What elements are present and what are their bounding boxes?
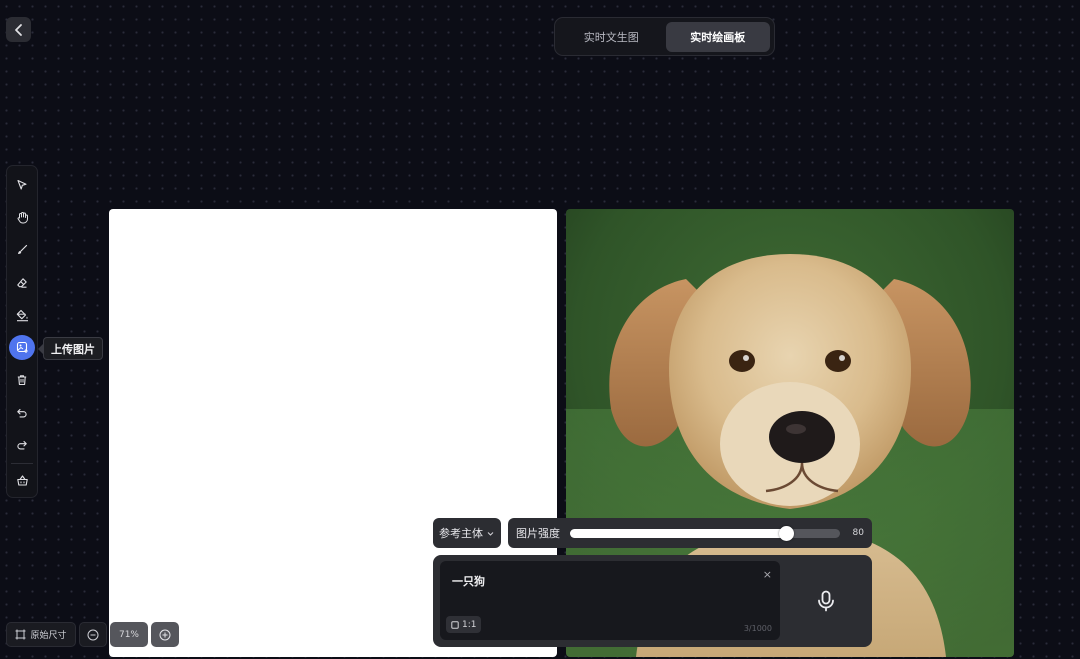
redo-icon [17, 441, 27, 450]
slider-thumb[interactable] [779, 525, 794, 541]
clear-prompt-button[interactable]: × [763, 568, 772, 581]
fill-tool[interactable] [9, 303, 35, 328]
upload-image-tooltip: 上传图片 [38, 337, 103, 360]
prompt-panel: 一只狗 × 1:1 3/1000 [433, 555, 872, 647]
original-size-label: 原始尺寸 [30, 631, 67, 641]
cursor-arrow-icon [17, 180, 27, 190]
upload-image-tool[interactable] [9, 335, 35, 361]
delete-tool[interactable] [9, 368, 35, 393]
square-icon [451, 620, 459, 629]
reference-subject-dropdown[interactable]: 参考主体 [433, 518, 501, 548]
clear-canvas-tool[interactable] [9, 468, 35, 493]
eraser-icon [17, 278, 27, 288]
voice-input-button[interactable] [808, 583, 844, 619]
zoom-out-button[interactable] [79, 622, 107, 647]
tab-drawing-board[interactable]: 实时绘画板 [665, 21, 770, 52]
image-strength-slider[interactable] [570, 525, 840, 541]
reference-subject-label: 参考主体 [439, 527, 483, 540]
slider-fill [570, 528, 786, 538]
zoom-in-button[interactable] [151, 622, 179, 647]
image-strength-control: 图片强度 80 [508, 518, 872, 548]
prompt-text: 一只狗 [452, 575, 485, 588]
select-tool[interactable] [9, 173, 35, 198]
zoom-bar: 原始尺寸 71% [6, 622, 179, 647]
aspect-ratio-button[interactable]: 1:1 [446, 616, 482, 633]
original-size-button[interactable]: 原始尺寸 [6, 622, 76, 647]
image-strength-value: 80 [852, 528, 864, 538]
redo-tool[interactable] [9, 433, 35, 458]
prompt-input[interactable]: 一只狗 × 1:1 3/1000 [440, 561, 780, 640]
fit-frame-icon [15, 629, 26, 640]
aspect-ratio-label: 1:1 [462, 619, 477, 630]
chevron-down-icon [487, 531, 494, 536]
drawing-toolbar [6, 165, 38, 498]
hand-icon [17, 212, 28, 224]
trash-icon [17, 375, 27, 386]
plus-circle-icon [159, 629, 171, 640]
undo-tool[interactable] [9, 400, 35, 425]
minus-circle-icon [87, 629, 99, 640]
undo-icon [17, 408, 27, 418]
paint-bucket-icon [16, 309, 28, 321]
toolbar-divider [11, 462, 33, 464]
brush-tool[interactable] [9, 238, 35, 263]
chevron-left-icon [14, 23, 22, 36]
zoom-level: 71% [110, 622, 148, 647]
mode-tabs: 实时文生图 实时绘画板 [554, 17, 775, 56]
image-upload-icon [16, 342, 28, 354]
back-button[interactable] [6, 17, 31, 42]
microphone-icon [818, 590, 834, 612]
brush-icon [18, 245, 28, 255]
image-strength-label: 图片强度 [516, 527, 560, 540]
tab-text-to-image[interactable]: 实时文生图 [559, 22, 664, 52]
eraser-tool[interactable] [9, 270, 35, 295]
broom-basket-icon [16, 475, 28, 486]
hand-tool[interactable] [9, 205, 35, 230]
character-count: 3/1000 [743, 624, 772, 633]
